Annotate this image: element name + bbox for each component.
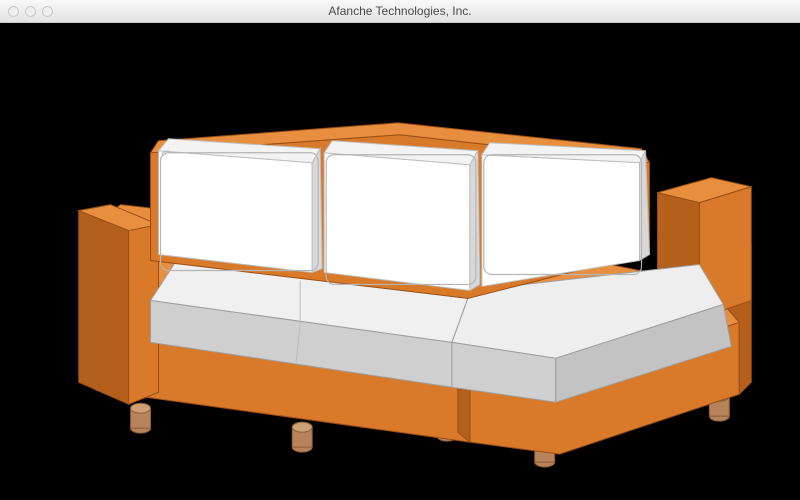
window-title: Afanche Technologies, Inc. <box>0 4 800 18</box>
viewport-3d[interactable] <box>0 23 800 500</box>
traffic-lights <box>0 6 53 17</box>
armrest-left <box>79 205 159 405</box>
zoom-icon[interactable] <box>42 6 53 17</box>
minimize-icon[interactable] <box>25 6 36 17</box>
titlebar[interactable]: Afanche Technologies, Inc. <box>0 0 800 23</box>
model-sectional-sofa <box>0 23 800 500</box>
close-icon[interactable] <box>8 6 19 17</box>
app-window: Afanche Technologies, Inc. <box>0 0 800 500</box>
